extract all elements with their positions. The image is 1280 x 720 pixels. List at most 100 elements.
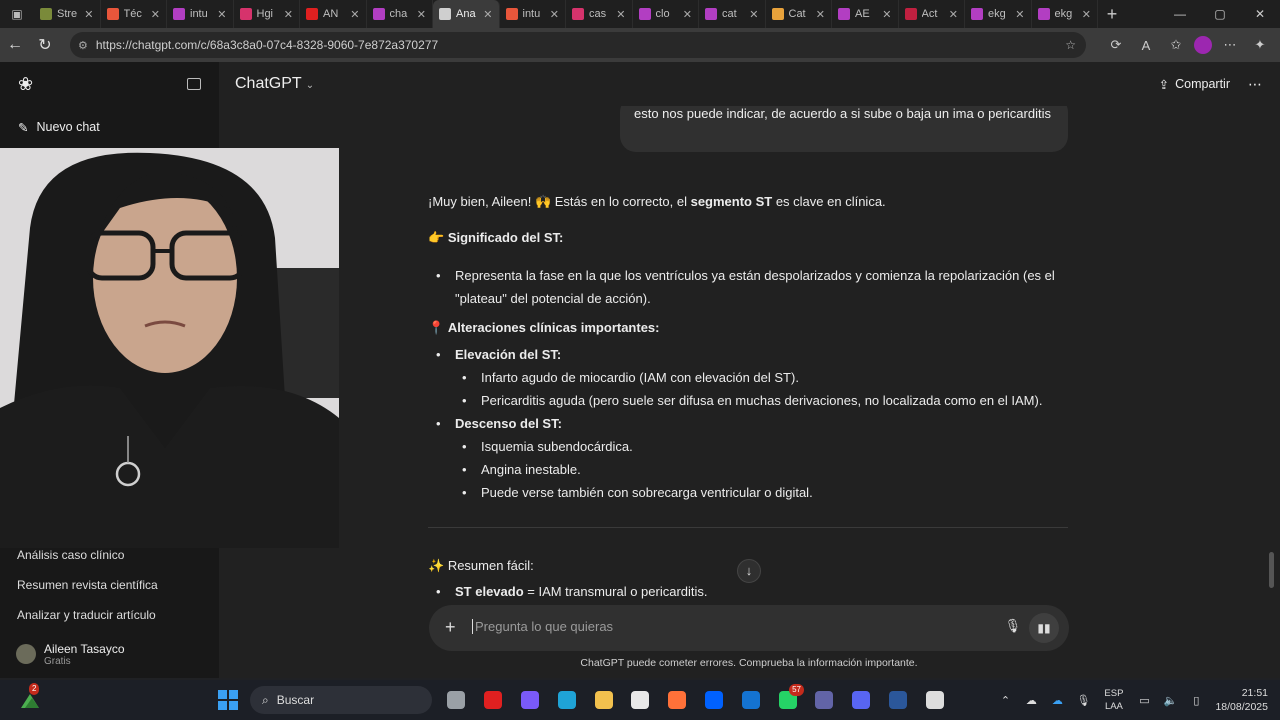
main-scrollbar[interactable]	[1269, 552, 1274, 588]
dropbox-taskbar-button[interactable]	[696, 680, 733, 720]
browser-tab[interactable]: cat ✕	[699, 0, 766, 28]
prompt-input[interactable]: Pregunta lo que quieras	[472, 619, 613, 634]
browser-tab[interactable]: clo ✕	[633, 0, 699, 28]
new-chat-button[interactable]: ✎ Nuevo chat	[0, 106, 219, 148]
reload-icon[interactable]: ↻	[30, 35, 60, 55]
close-tab-icon[interactable]: ✕	[1015, 8, 1024, 21]
intro-text-2: es clave en clínica.	[772, 194, 886, 209]
show-hidden-icons-icon[interactable]: ⌃	[992, 694, 1018, 707]
outlook-taskbar-button[interactable]	[732, 680, 769, 720]
share-button[interactable]: ⇪ Compartir	[1159, 77, 1230, 92]
onedrive-icon[interactable]: ☁	[1018, 694, 1044, 707]
extensions-icon[interactable]: ⟳	[1104, 37, 1128, 53]
browser-tab[interactable]: intu ✕	[500, 0, 566, 28]
minimize-icon[interactable]: —	[1160, 0, 1200, 28]
model-selector[interactable]: ChatGPT ⌄	[235, 75, 314, 93]
tab-title: ekg	[988, 8, 1006, 20]
chat-history-item[interactable]: Analizar y traducir artículo	[0, 600, 219, 630]
more-options-icon[interactable]: ⋯	[1248, 76, 1262, 93]
chat-history-item[interactable]: Resumen revista científica	[0, 570, 219, 600]
close-tab-icon[interactable]: ✕	[217, 8, 226, 21]
close-tab-icon[interactable]: ✕	[1082, 8, 1091, 21]
onedrive-business-icon[interactable]: ☁	[1044, 694, 1070, 707]
language-code: ESP	[1104, 688, 1124, 699]
word-taskbar-button[interactable]	[880, 680, 917, 720]
list-item: Isquemia subendocárdica.	[462, 435, 1075, 458]
settings-more-icon[interactable]: ⋯	[1218, 37, 1242, 53]
taskbar-search[interactable]: ⌕ Buscar	[250, 686, 432, 714]
browser-tab[interactable]: ekg ✕	[965, 0, 1032, 28]
browser-tab[interactable]: cha ✕	[367, 0, 433, 28]
browser-tab[interactable]: Act ✕	[899, 0, 965, 28]
close-tab-icon[interactable]: ✕	[151, 8, 160, 21]
copilot-icon	[520, 691, 539, 709]
tab-actions-icon[interactable]: ▣	[0, 0, 34, 28]
microphone-tray-icon[interactable]: 🎙	[1070, 694, 1096, 707]
attach-plus-icon[interactable]: +	[445, 617, 456, 638]
browser-tab[interactable]: AE ✕	[832, 0, 899, 28]
close-tab-icon[interactable]: ✕	[284, 8, 293, 21]
share-icon: ⇪	[1158, 77, 1170, 92]
profile-avatar[interactable]	[1194, 36, 1212, 54]
volume-icon[interactable]: 🔈	[1157, 694, 1183, 707]
close-tab-icon[interactable]: ✕	[683, 8, 692, 21]
close-tab-icon[interactable]: ✕	[816, 8, 825, 21]
file-explorer-taskbar-button[interactable]	[585, 680, 622, 720]
sidebar-toggle-icon[interactable]	[187, 78, 201, 90]
user-plan: Gratis	[44, 655, 71, 667]
store-taskbar-button[interactable]	[622, 680, 659, 720]
close-tab-icon[interactable]: ✕	[550, 8, 559, 21]
close-tab-icon[interactable]: ✕	[949, 8, 958, 21]
close-tab-icon[interactable]: ✕	[882, 8, 891, 21]
clock[interactable]: 21:51 18/08/2025	[1215, 686, 1268, 714]
edge-icon	[557, 691, 576, 709]
start-button[interactable]	[218, 690, 238, 710]
close-window-icon[interactable]: ✕	[1240, 0, 1280, 28]
message-composer[interactable]: + Pregunta lo que quieras 🎙 ▮▮	[429, 605, 1069, 651]
search-label: Buscar	[276, 693, 315, 707]
favorites-icon[interactable]: ✩	[1164, 37, 1188, 53]
voice-mode-button[interactable]: ▮▮	[1029, 613, 1059, 643]
close-tab-icon[interactable]: ✕	[616, 8, 625, 21]
close-tab-icon[interactable]: ✕	[350, 8, 359, 21]
discord-taskbar-button[interactable]	[843, 680, 880, 720]
widgets-button[interactable]: 2	[18, 683, 42, 712]
copilot-taskbar-button[interactable]	[512, 680, 549, 720]
copilot-icon[interactable]: ✦	[1248, 37, 1272, 53]
chatgpt-app: ❀ ✎ Nuevo chat Análisis caso clínico Res…	[0, 62, 1280, 678]
browser-tab[interactable]: ekg ✕	[1032, 0, 1098, 28]
battery-icon[interactable]: ▯	[1183, 694, 1209, 707]
microphone-icon[interactable]: 🎙	[1004, 618, 1021, 634]
task-view-taskbar-button[interactable]	[438, 680, 475, 720]
new-tab-button[interactable]: +	[1098, 0, 1126, 28]
close-tab-icon[interactable]: ✕	[749, 8, 758, 21]
user-account-button[interactable]: Aileen Tasayco Gratis	[0, 634, 219, 674]
browser-tab[interactable]: Stre ✕	[34, 0, 101, 28]
openai-logo-icon[interactable]: ❀	[18, 74, 33, 95]
browser-tab[interactable]: Ana ✕	[433, 0, 500, 28]
maximize-icon[interactable]: ▢	[1200, 0, 1240, 28]
close-tab-icon[interactable]: ✕	[84, 8, 93, 21]
browser-tab[interactable]: Hgi ✕	[234, 0, 300, 28]
network-icon[interactable]: ▭	[1131, 694, 1157, 707]
scroll-down-button[interactable]: ↓	[737, 559, 761, 583]
url-field[interactable]: ⚙ https://chatgpt.com/c/68a3c8a0-07c4-83…	[70, 32, 1086, 58]
close-tab-icon[interactable]: ✕	[417, 8, 426, 21]
close-tab-icon[interactable]: ✕	[483, 8, 492, 21]
browser-tab[interactable]: intu ✕	[167, 0, 234, 28]
site-info-icon[interactable]: ⚙	[78, 39, 88, 52]
back-icon[interactable]: ←	[0, 36, 30, 54]
read-aloud-icon[interactable]: A	[1134, 38, 1158, 53]
edge-taskbar-button[interactable]	[548, 680, 585, 720]
whatsapp-taskbar-button[interactable]: 57	[769, 680, 806, 720]
browser-tab[interactable]: Téc ✕	[101, 0, 167, 28]
firefox-taskbar-button[interactable]	[659, 680, 696, 720]
browser-tab[interactable]: cas ✕	[566, 0, 633, 28]
teams-taskbar-button[interactable]	[806, 680, 843, 720]
bookmark-star-icon[interactable]: ☆	[1065, 38, 1076, 52]
youtube-taskbar-button[interactable]	[475, 680, 512, 720]
browser-tab[interactable]: AN ✕	[300, 0, 367, 28]
language-indicator[interactable]: ESP LAA	[1104, 687, 1123, 713]
browser-tab[interactable]: Cat ✕	[766, 0, 832, 28]
chatgpt-taskbar-button[interactable]	[916, 680, 953, 720]
